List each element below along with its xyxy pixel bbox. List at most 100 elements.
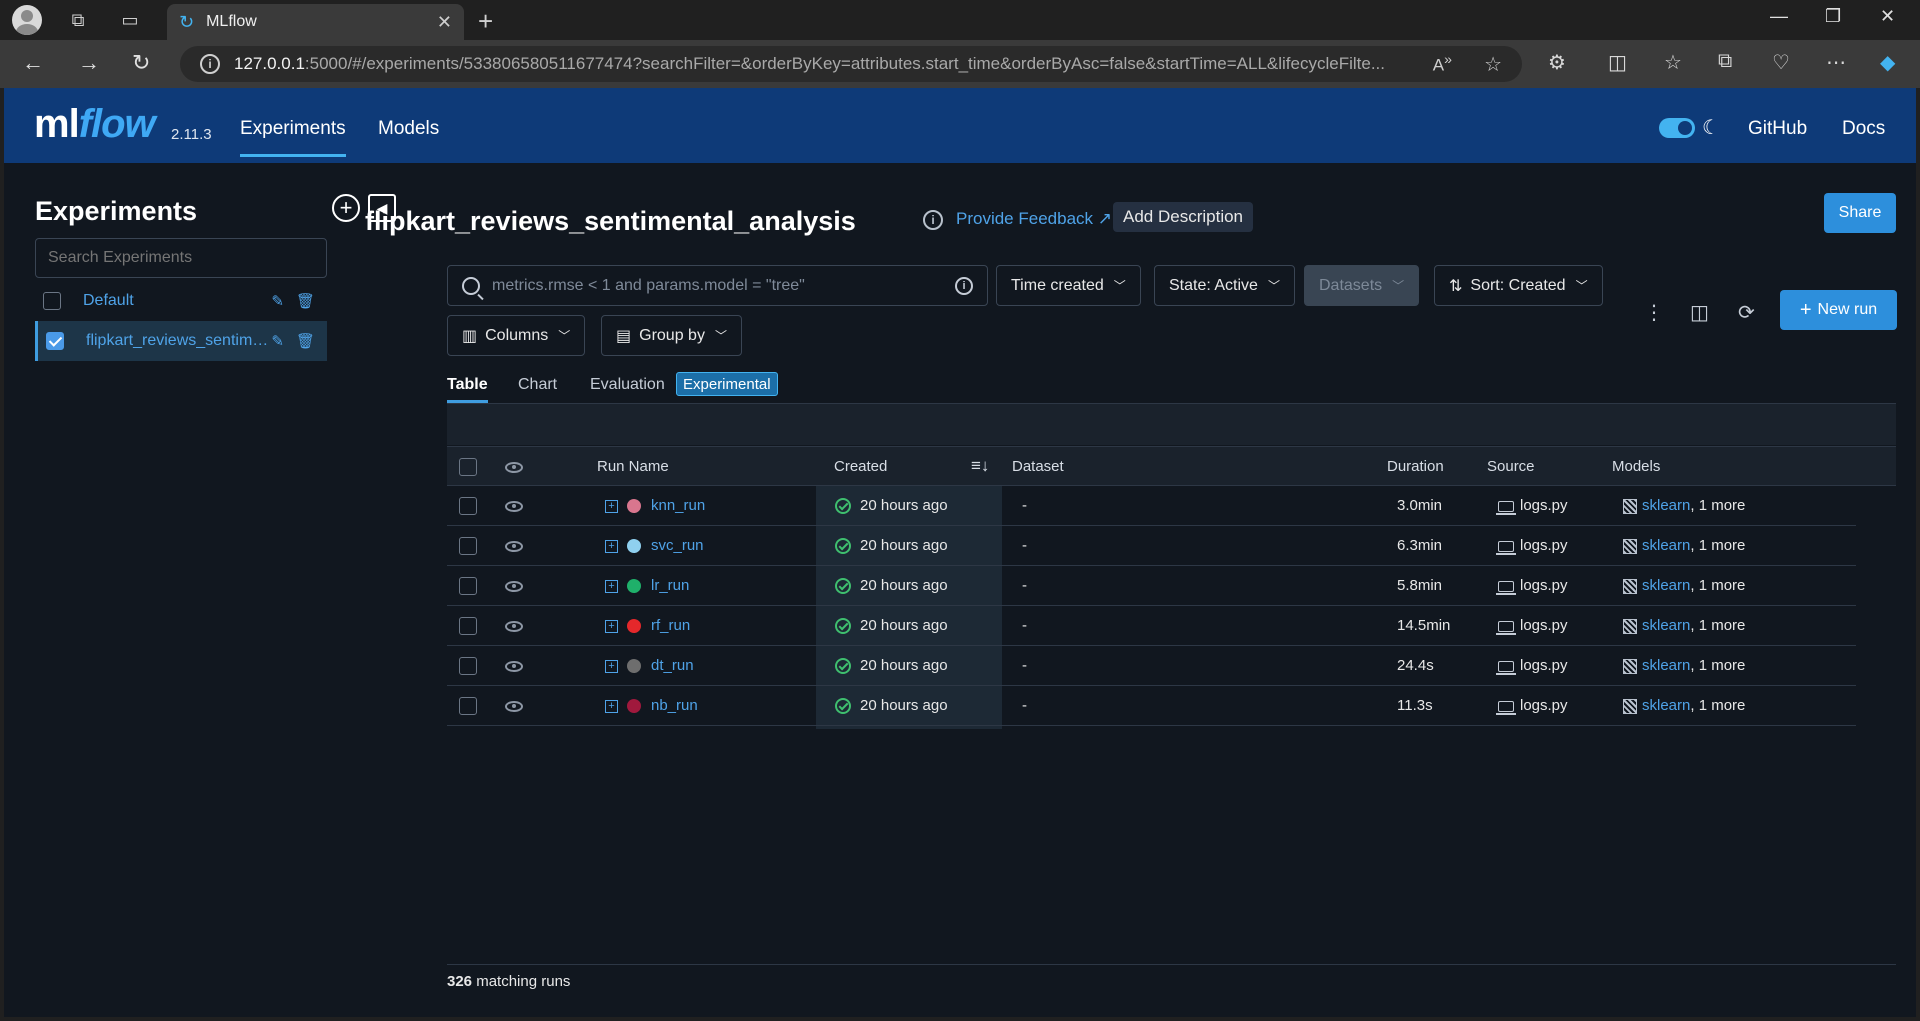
expand-icon[interactable]: +	[605, 540, 618, 553]
expand-icon[interactable]: +	[605, 660, 618, 673]
eye-icon[interactable]	[505, 541, 523, 552]
tab-evaluation[interactable]: Evaluation	[590, 376, 665, 394]
restore-icon[interactable]: ❐	[1825, 6, 1841, 27]
back-icon[interactable]: ←	[22, 50, 44, 76]
row-checkbox[interactable]	[459, 697, 477, 715]
eye-icon[interactable]	[505, 701, 523, 712]
trash-icon[interactable]: 🗑	[296, 332, 315, 350]
eye-icon[interactable]	[505, 581, 523, 592]
eye-icon[interactable]	[505, 462, 523, 473]
copilot-icon[interactable]: ◆	[1880, 50, 1895, 75]
run-color-dot[interactable]	[627, 699, 641, 713]
window-close-icon[interactable]: ✕	[1880, 6, 1895, 27]
run-color-dot[interactable]	[627, 659, 641, 673]
source-value[interactable]: logs.py	[1520, 697, 1568, 714]
search-experiments-input[interactable]	[35, 238, 327, 278]
github-link[interactable]: GitHub	[1748, 118, 1807, 140]
experiment-name[interactable]: Default	[83, 292, 271, 310]
source-value[interactable]: logs.py	[1520, 617, 1568, 634]
run-color-dot[interactable]	[627, 619, 641, 633]
row-checkbox[interactable]	[459, 617, 477, 635]
refresh-runs-icon[interactable]: ⟳	[1738, 300, 1755, 325]
close-tab-icon[interactable]: ✕	[437, 12, 452, 33]
run-name-link[interactable]: knn_run	[651, 497, 705, 514]
models-value[interactable]: sklearn, 1 more	[1642, 697, 1745, 714]
row-checkbox[interactable]	[459, 577, 477, 595]
source-value[interactable]: logs.py	[1520, 537, 1568, 554]
runs-search-input[interactable]: metrics.rmse < 1 and params.model = "tre…	[447, 265, 988, 306]
edit-icon[interactable]: ✎	[271, 292, 284, 310]
share-button[interactable]: Share	[1824, 193, 1896, 233]
col-duration[interactable]: Duration	[1387, 458, 1444, 475]
table-row[interactable]: + knn_run 20 hours ago - 3.0min logs.py …	[447, 486, 1856, 526]
models-value[interactable]: sklearn, 1 more	[1642, 497, 1745, 514]
mlflow-logo[interactable]: mlflow	[34, 102, 156, 147]
workspaces-icon[interactable]: ⧉	[64, 6, 92, 34]
experiment-name[interactable]: flipkart_reviews_sentimental_analysis	[86, 332, 271, 350]
health-icon[interactable]: ♡	[1772, 50, 1790, 75]
models-value[interactable]: sklearn, 1 more	[1642, 657, 1745, 674]
run-color-dot[interactable]	[627, 499, 641, 513]
run-name-link[interactable]: nb_run	[651, 697, 698, 714]
source-value[interactable]: logs.py	[1520, 577, 1568, 594]
col-dataset[interactable]: Dataset	[1012, 458, 1064, 475]
nav-experiments[interactable]: Experiments	[240, 118, 346, 157]
expand-icon[interactable]: +	[605, 580, 618, 593]
new-tab-icon[interactable]: +	[478, 6, 493, 37]
run-color-dot[interactable]	[627, 579, 641, 593]
url-field[interactable]: i 127.0.0.1 :5000/#/experiments/53380658…	[180, 46, 1522, 82]
toggle-panel-icon[interactable]: ◫	[1690, 300, 1709, 325]
col-created[interactable]: Created	[834, 458, 887, 475]
sidebar-item-default[interactable]: Default ✎ 🗑	[35, 281, 327, 321]
kebab-menu-icon[interactable]: ⋮	[1644, 300, 1664, 325]
experiment-checkbox[interactable]	[46, 332, 64, 350]
source-value[interactable]: logs.py	[1520, 657, 1568, 674]
dark-mode-toggle[interactable]	[1659, 118, 1695, 138]
run-name-link[interactable]: rf_run	[651, 617, 690, 634]
table-row[interactable]: + svc_run 20 hours ago - 6.3min logs.py …	[447, 526, 1856, 566]
table-row[interactable]: + lr_run 20 hours ago - 5.8min logs.py s…	[447, 566, 1856, 606]
run-name-link[interactable]: lr_run	[651, 577, 689, 594]
new-run-button[interactable]: + New run	[1780, 290, 1897, 330]
source-value[interactable]: logs.py	[1520, 497, 1568, 514]
add-description-button[interactable]: Add Description	[1113, 202, 1254, 232]
provide-feedback-link[interactable]: Provide Feedback ↗	[956, 209, 1112, 229]
table-row[interactable]: + nb_run 20 hours ago - 11.3s logs.py sk…	[447, 686, 1856, 726]
row-checkbox[interactable]	[459, 657, 477, 675]
split-screen-icon[interactable]: ◫	[1608, 50, 1627, 75]
browser-tab[interactable]: ↻ MLflow ✕	[167, 4, 464, 40]
site-info-icon[interactable]: i	[200, 54, 220, 74]
row-checkbox[interactable]	[459, 537, 477, 555]
extensions-icon[interactable]: ⚙	[1548, 50, 1566, 75]
add-experiment-icon[interactable]: +	[332, 194, 360, 222]
eye-icon[interactable]	[505, 621, 523, 632]
docs-link[interactable]: Docs	[1842, 118, 1885, 140]
experiment-checkbox[interactable]	[43, 292, 61, 310]
sort-dropdown[interactable]: ⇅ Sort: Created ﹀	[1434, 265, 1603, 306]
expand-icon[interactable]: +	[605, 620, 618, 633]
eye-icon[interactable]	[505, 661, 523, 672]
select-all-checkbox[interactable]	[459, 458, 477, 476]
eye-icon[interactable]	[505, 501, 523, 512]
state-dropdown[interactable]: State: Active ﹀	[1154, 265, 1295, 306]
more-menu-icon[interactable]: ⋯	[1826, 50, 1846, 75]
run-color-dot[interactable]	[627, 539, 641, 553]
tab-table[interactable]: Table	[447, 376, 488, 403]
models-value[interactable]: sklearn, 1 more	[1642, 617, 1745, 634]
edit-icon[interactable]: ✎	[271, 332, 284, 350]
columns-button[interactable]: ▥ Columns ﹀	[447, 315, 586, 356]
tab-chart[interactable]: Chart	[518, 376, 557, 394]
favorites-icon[interactable]: ☆	[1664, 50, 1682, 75]
minimize-icon[interactable]: —	[1770, 6, 1788, 27]
profile-avatar[interactable]	[12, 5, 42, 35]
models-value[interactable]: sklearn, 1 more	[1642, 577, 1745, 594]
models-value[interactable]: sklearn, 1 more	[1642, 537, 1745, 554]
search-info-icon[interactable]: i	[955, 276, 973, 295]
refresh-icon[interactable]: ↻	[132, 50, 150, 76]
col-source[interactable]: Source	[1487, 458, 1535, 475]
expand-icon[interactable]: +	[605, 500, 618, 513]
table-row[interactable]: + rf_run 20 hours ago - 14.5min logs.py …	[447, 606, 1856, 646]
row-checkbox[interactable]	[459, 497, 477, 515]
collections-icon[interactable]: ⧉	[1718, 50, 1732, 73]
run-name-link[interactable]: svc_run	[651, 537, 704, 554]
